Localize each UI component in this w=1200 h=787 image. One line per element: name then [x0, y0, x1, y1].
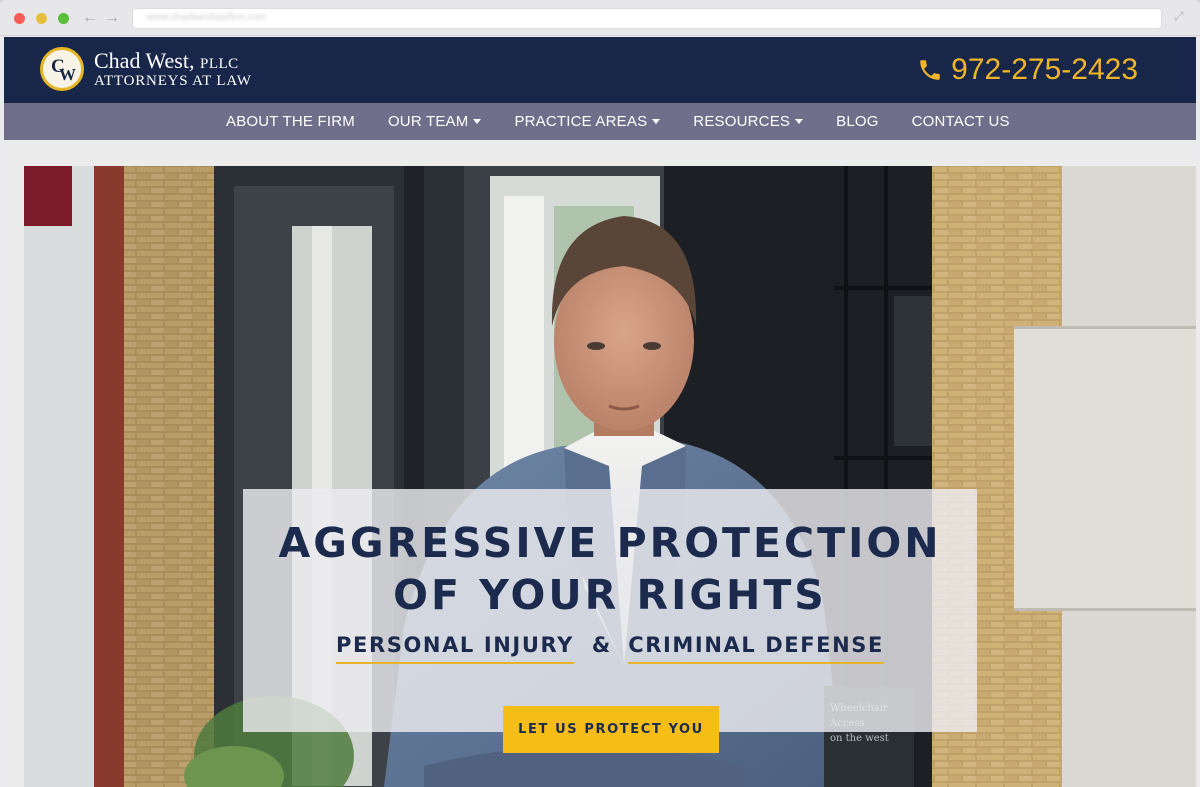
back-arrow-icon[interactable]: ←: [82, 8, 98, 28]
hero-headline-line-1: AGGRESSIVE PROTECTION: [278, 519, 942, 567]
address-bar[interactable]: www.chadwestlawfirm.com: [132, 8, 1162, 29]
firm-name[interactable]: Chad West, PLLC: [94, 49, 239, 76]
caret-down-icon: [652, 119, 661, 124]
firm-suffix: PLLC: [199, 56, 239, 72]
photo-sign-text-3: on the west: [830, 733, 889, 744]
firm-tagline: ATTORNEYS AT LAW: [94, 73, 252, 89]
minimize-window-button[interactable]: [36, 13, 47, 24]
firm-name-text: Chad West,: [94, 48, 195, 73]
hero-headline: AGGRESSIVE PROTECTION OF YOUR RIGHTS: [243, 517, 977, 621]
nav-item-label: CONTACT US: [911, 113, 1010, 130]
site-header: C W Chad West, PLLC ATTORNEYS AT LAW 972…: [4, 37, 1196, 103]
nav-item-label: PRACTICE AREAS: [514, 113, 648, 130]
close-window-button[interactable]: [14, 13, 25, 24]
ampersand: &: [591, 633, 611, 657]
logo-badge[interactable]: C W: [40, 47, 84, 91]
nav-item-resources[interactable]: RESOURCES: [693, 113, 804, 130]
caret-down-icon: [795, 119, 804, 124]
nav-item-contact-us[interactable]: CONTACT US: [912, 113, 1010, 130]
practice-areas-row: PERSONAL INJURY & CRIMINAL DEFENSE: [243, 633, 977, 664]
protect-you-button[interactable]: LET US PROTECT YOU: [503, 706, 719, 753]
phone-link[interactable]: 972-275-2423: [917, 52, 1138, 88]
nav-item-blog[interactable]: BLOG: [836, 113, 878, 130]
browser-toolbar: ← → www.chadwestlawfirm.com ⤢: [0, 0, 1200, 36]
fullscreen-icon[interactable]: ⤢: [1174, 9, 1188, 23]
nav-item-label: BLOG: [836, 113, 879, 130]
nav-list: ABOUT THE FIRM OUR TEAM PRACTICE AREAS R…: [226, 103, 1043, 140]
main-nav: ABOUT THE FIRM OUR TEAM PRACTICE AREAS R…: [4, 103, 1196, 140]
nav-item-practice-areas[interactable]: PRACTICE AREAS: [514, 113, 661, 130]
phone-icon: [920, 60, 940, 80]
browser-window: ← → www.chadwestlawfirm.com ⤢ C W Chad W…: [0, 0, 1200, 787]
phone-number: 972-275-2423: [951, 53, 1138, 86]
hero-headline-line-2: OF YOUR RIGHTS: [393, 571, 827, 619]
nav-item-about-the-firm[interactable]: ABOUT THE FIRM: [226, 113, 355, 130]
caret-down-icon: [473, 119, 482, 124]
practice-criminal-defense-link[interactable]: CRIMINAL DEFENSE: [628, 633, 884, 664]
address-bar-url: www.chadwestlawfirm.com: [147, 12, 267, 23]
hero-overlay: AGGRESSIVE PROTECTION OF YOUR RIGHTS PER…: [243, 489, 977, 732]
hero-banner: Wheelchair Access on the west AGGRESSIVE…: [24, 166, 1196, 787]
logo-letter-w: W: [59, 65, 76, 84]
nav-item-label: OUR TEAM: [387, 113, 469, 130]
nav-item-label: ABOUT THE FIRM: [226, 113, 355, 130]
maximize-window-button[interactable]: [58, 13, 69, 24]
page-viewport: C W Chad West, PLLC ATTORNEYS AT LAW 972…: [4, 37, 1196, 787]
forward-arrow-icon[interactable]: →: [104, 8, 120, 28]
practice-personal-injury-link[interactable]: PERSONAL INJURY: [336, 633, 574, 664]
nav-item-label: RESOURCES: [693, 113, 791, 130]
nav-item-our-team[interactable]: OUR TEAM: [388, 113, 482, 130]
